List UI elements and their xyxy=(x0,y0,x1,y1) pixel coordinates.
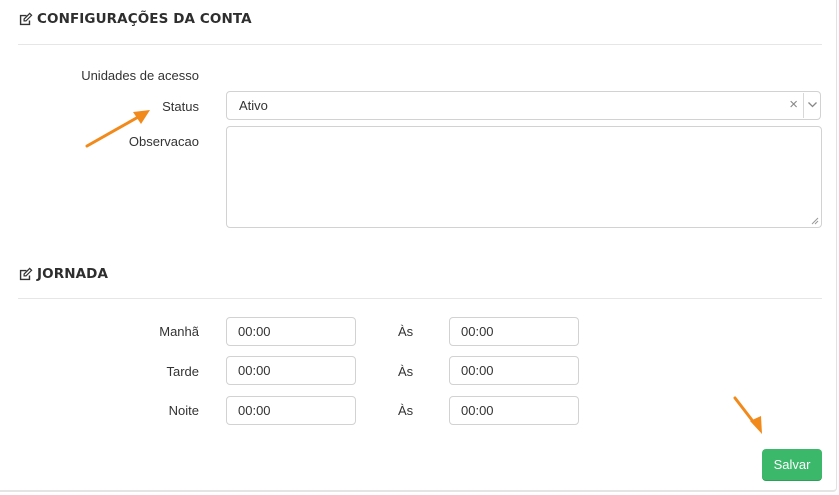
schedule-heading: JORNADA xyxy=(18,266,108,282)
night-start-input[interactable]: 00:00 xyxy=(226,396,356,425)
night-end-input[interactable]: 00:00 xyxy=(449,396,579,425)
night-label: Noite xyxy=(168,403,199,418)
to-label: Às xyxy=(398,403,414,418)
edit-icon xyxy=(19,267,33,280)
observation-label: Observacao xyxy=(128,134,199,149)
section-divider xyxy=(18,298,822,299)
section-divider xyxy=(18,44,822,45)
account-settings-heading: CONFIGURAÇÕES DA CONTA xyxy=(18,11,252,27)
status-select[interactable]: Ativo × xyxy=(226,91,821,120)
morning-start-input[interactable]: 00:00 xyxy=(226,317,356,346)
afternoon-end-input[interactable]: 00:00 xyxy=(449,356,579,385)
afternoon-start-input[interactable]: 00:00 xyxy=(226,356,356,385)
observation-textarea[interactable] xyxy=(226,126,822,228)
status-selected-value: Ativo xyxy=(239,98,268,113)
units-label: Unidades de acesso xyxy=(81,68,199,83)
afternoon-label: Tarde xyxy=(166,364,199,379)
select-separator xyxy=(803,93,804,118)
morning-end-input[interactable]: 00:00 xyxy=(449,317,579,346)
to-label: Às xyxy=(398,324,414,339)
schedule-title: JORNADA xyxy=(37,266,108,282)
to-label: Às xyxy=(398,364,414,379)
chevron-down-icon[interactable] xyxy=(807,101,818,109)
morning-label: Manhã xyxy=(159,324,199,339)
account-settings-card: CONFIGURAÇÕES DA CONTA Unidades de acess… xyxy=(0,0,837,492)
edit-icon xyxy=(19,12,33,25)
clear-icon[interactable]: × xyxy=(789,96,798,113)
resize-grip-icon[interactable] xyxy=(811,217,819,225)
save-button[interactable]: Salvar xyxy=(762,449,822,480)
status-label: Status xyxy=(162,99,199,114)
account-settings-title: CONFIGURAÇÕES DA CONTA xyxy=(37,11,252,27)
